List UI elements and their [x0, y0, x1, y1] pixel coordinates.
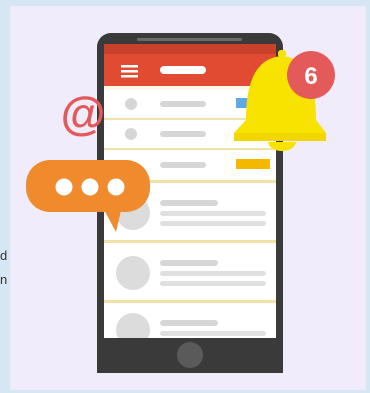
phone-speaker — [137, 38, 242, 41]
notification-count: 6 — [304, 63, 317, 90]
menu-icon[interactable] — [121, 65, 138, 78]
at-symbol-icon: @ — [61, 87, 106, 139]
header-title-bar — [160, 66, 206, 74]
phone-notification-illustration: @ 6 — [26, 33, 335, 373]
notification-badge: 6 — [287, 51, 335, 99]
list-item[interactable] — [104, 243, 276, 300]
home-button[interactable] — [177, 342, 203, 368]
